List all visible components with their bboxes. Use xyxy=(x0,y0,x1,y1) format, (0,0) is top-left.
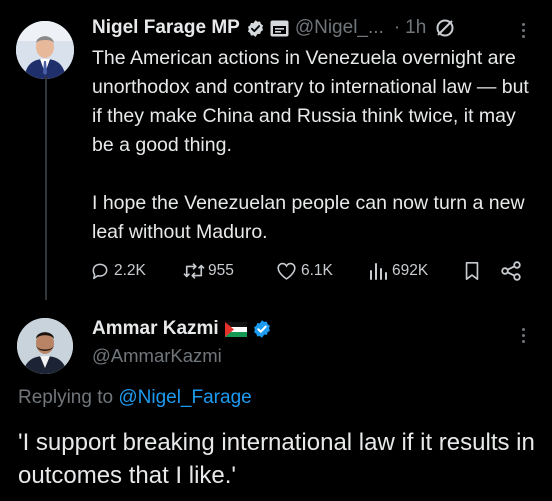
reply-count: 2.2K xyxy=(114,262,146,279)
avatar-portrait-icon xyxy=(17,318,73,374)
tweet-body: The American actions in Venezuela overni… xyxy=(92,44,542,247)
bookmark-button[interactable] xyxy=(463,257,481,285)
repost-count: 955 xyxy=(208,262,234,279)
share-icon xyxy=(501,261,521,281)
affiliate-badge-icon xyxy=(270,20,289,37)
like-button[interactable]: 6.1K xyxy=(276,257,333,285)
palestine-flag-icon xyxy=(224,321,247,337)
reply-button[interactable]: 2.2K xyxy=(90,257,146,285)
reply-author-name[interactable]: Ammar Kazmi xyxy=(92,318,219,340)
avatar-nigel-farage[interactable] xyxy=(16,21,74,79)
repost-button[interactable]: 955 xyxy=(182,257,234,285)
replying-to-prefix: Replying to xyxy=(18,387,114,408)
author-name[interactable]: Nigel Farage MP xyxy=(92,17,240,39)
avatar-ammar-kazmi[interactable] xyxy=(17,318,73,374)
replying-to-link[interactable]: @Nigel_Farage xyxy=(118,387,251,408)
like-icon xyxy=(277,262,296,280)
views-icon xyxy=(370,263,387,280)
more-icon[interactable] xyxy=(520,328,526,343)
more-icon[interactable] xyxy=(520,23,526,38)
header-separator: · xyxy=(393,17,401,38)
verified-badge-icon xyxy=(252,319,272,339)
replying-to-line: Replying to @Nigel_Farage xyxy=(18,387,252,409)
views-button[interactable]: 692K xyxy=(368,257,428,285)
avatar-portrait-icon xyxy=(16,21,74,79)
tweet-paragraph: The American actions in Venezuela overni… xyxy=(92,47,529,156)
tweet-paragraph: I hope the Venezuelan people can now tur… xyxy=(92,192,525,243)
reply-body: 'I support breaking international law if… xyxy=(18,429,535,489)
grok-slash-icon[interactable] xyxy=(435,18,455,38)
verified-badge-icon xyxy=(246,19,265,38)
views-count: 692K xyxy=(392,262,429,279)
tweet-header: Nigel Farage MP @Nigel_... · 1h xyxy=(92,14,455,42)
thread-connector-line xyxy=(45,76,47,300)
tweet-actions: 2.2K 955 6.1K 692K xyxy=(90,257,530,285)
repost-icon xyxy=(183,263,205,279)
bookmark-icon xyxy=(465,262,479,280)
reply-author-row: Ammar Kazmi xyxy=(92,318,272,340)
reply-icon xyxy=(92,263,108,280)
reply-author-handle[interactable]: @AmmarKazmi xyxy=(92,345,222,367)
author-handle[interactable]: @Nigel_... xyxy=(295,17,384,39)
share-button[interactable] xyxy=(500,257,522,285)
like-count: 6.1K xyxy=(301,262,333,279)
tweet-time[interactable]: 1h xyxy=(405,17,426,39)
